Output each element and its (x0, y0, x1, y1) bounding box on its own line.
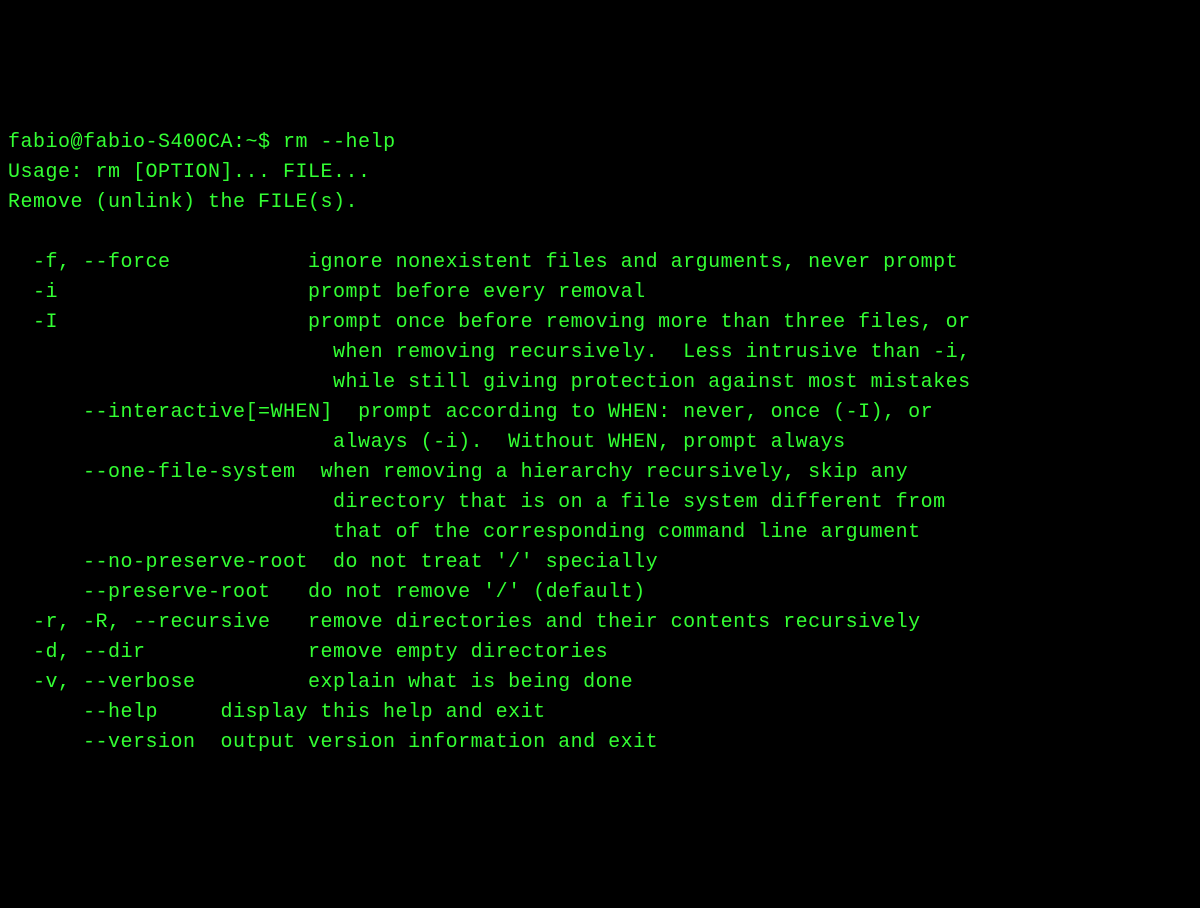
option-flags (8, 491, 271, 514)
option-row: -v, --verbose explain what is being done (8, 671, 633, 694)
option-row: -f, --force ignore nonexistent files and… (8, 251, 958, 274)
option-row: --no-preserve-root do not treat '/' spec… (8, 551, 658, 574)
option-desc: ignore nonexistent files and arguments, … (271, 251, 959, 274)
description-line: Remove (unlink) the FILE(s). (8, 191, 358, 214)
option-row: while still giving protection against mo… (8, 371, 971, 394)
option-row: --interactive[=WHEN] prompt according to… (8, 401, 933, 424)
option-flags: -I (8, 311, 271, 334)
option-desc: directory that is on a file system diffe… (271, 491, 946, 514)
option-desc: when removing recursively. Less intrusiv… (271, 341, 971, 364)
option-desc: explain what is being done (271, 671, 634, 694)
option-desc: output version information and exit (208, 731, 658, 754)
option-flags: -i (8, 281, 271, 304)
option-flags: -d, --dir (8, 641, 271, 664)
option-row: when removing recursively. Less intrusiv… (8, 341, 971, 364)
option-flags (8, 431, 271, 454)
option-row: --version output version information and… (8, 731, 658, 754)
option-flags: --help (8, 701, 208, 724)
option-row: always (-i). Without WHEN, prompt always (8, 431, 846, 454)
option-row: -d, --dir remove empty directories (8, 641, 608, 664)
option-desc: always (-i). Without WHEN, prompt always (271, 431, 846, 454)
option-flags: --one-file-system (8, 461, 296, 484)
option-desc: do not treat '/' specially (308, 551, 658, 574)
option-desc: while still giving protection against mo… (271, 371, 971, 394)
terminal-output: fabio@fabio-S400CA:~$ rm --help Usage: r… (8, 128, 1192, 758)
option-desc: prompt according to WHEN: never, once (-… (333, 401, 933, 424)
usage-line: Usage: rm [OPTION]... FILE... (8, 161, 371, 184)
option-row: -r, -R, --recursive remove directories a… (8, 611, 921, 634)
option-flags: --no-preserve-root (8, 551, 308, 574)
option-flags (8, 521, 271, 544)
option-desc: remove directories and their contents re… (271, 611, 921, 634)
option-desc: remove empty directories (271, 641, 609, 664)
option-row: --preserve-root do not remove '/' (defau… (8, 581, 646, 604)
option-flags (8, 341, 271, 364)
option-desc: prompt before every removal (271, 281, 646, 304)
shell-prompt: fabio@fabio-S400CA:~$ (8, 131, 283, 154)
option-flags: -r, -R, --recursive (8, 611, 271, 634)
option-flags: --preserve-root (8, 581, 283, 604)
command-input[interactable]: rm --help (283, 131, 396, 154)
option-desc: when removing a hierarchy recursively, s… (296, 461, 909, 484)
option-row: -I prompt once before removing more than… (8, 311, 971, 334)
option-desc: prompt once before removing more than th… (271, 311, 971, 334)
option-desc: that of the corresponding command line a… (271, 521, 921, 544)
option-row: --one-file-system when removing a hierar… (8, 461, 908, 484)
option-flags: --interactive[=WHEN] (8, 401, 333, 424)
option-desc: display this help and exit (208, 701, 546, 724)
option-flags: -f, --force (8, 251, 271, 274)
option-row: that of the corresponding command line a… (8, 521, 921, 544)
option-flags: --version (8, 731, 208, 754)
option-flags (8, 371, 271, 394)
option-row: -i prompt before every removal (8, 281, 646, 304)
option-desc: do not remove '/' (default) (283, 581, 646, 604)
option-row: --help display this help and exit (8, 701, 546, 724)
option-flags: -v, --verbose (8, 671, 271, 694)
option-row: directory that is on a file system diffe… (8, 491, 946, 514)
